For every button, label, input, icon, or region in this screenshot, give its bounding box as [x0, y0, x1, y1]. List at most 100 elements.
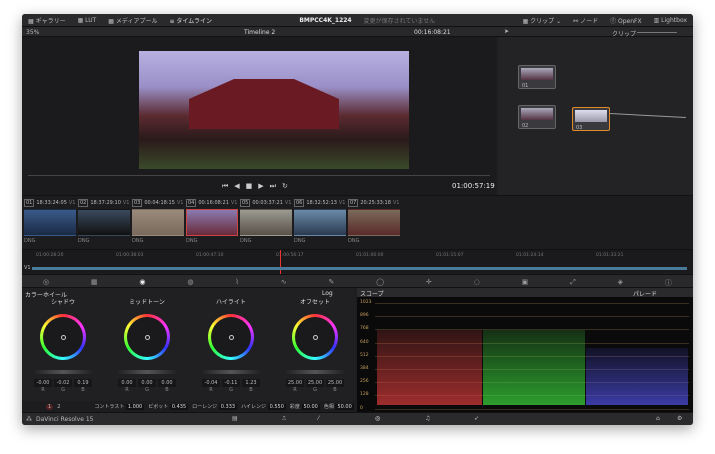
color-wheel[interactable]: ハイライト -0.04 -0.11 1.23 R G B	[196, 297, 266, 393]
track-label: V1	[24, 265, 31, 271]
home-icon[interactable]: ⌂	[656, 415, 660, 422]
clip-image	[294, 209, 346, 236]
master-wheel[interactable]	[34, 370, 92, 374]
viewer-scrubber[interactable]	[28, 175, 490, 176]
blur-icon[interactable]: ◌	[474, 278, 480, 288]
sizing-icon[interactable]: ⤢	[570, 278, 576, 288]
wheel-puck[interactable]	[312, 334, 318, 340]
wheel-puck[interactable]	[144, 334, 150, 340]
g-value[interactable]: 0.00	[138, 379, 156, 387]
rgb-mixer-icon[interactable]: ◍	[187, 278, 193, 288]
node-01[interactable]: 01	[518, 65, 556, 89]
master-wheel[interactable]	[118, 370, 176, 374]
r-value[interactable]: -0.00	[34, 379, 52, 387]
b-value[interactable]: 0.19	[74, 379, 92, 387]
clip-image	[186, 209, 238, 236]
key-icon[interactable]: ▣	[522, 278, 529, 288]
color-page-icon[interactable]: ◎	[375, 415, 380, 422]
motion-icon[interactable]: ⌇	[235, 278, 238, 288]
camera-raw-icon[interactable]: ◎	[43, 278, 49, 288]
color-wheel[interactable]: オフセット 25.00 25.00 25.00 R G B	[280, 297, 350, 393]
window-icon[interactable]: ◯	[376, 278, 384, 288]
openfx-button[interactable]: ⓕ OpenFX	[610, 16, 642, 25]
clip-thumbnail[interactable]: 01 18:33:24:05 V1 DNG	[24, 199, 76, 244]
adjust-value[interactable]: 0.550	[267, 404, 286, 410]
playhead[interactable]	[280, 250, 281, 274]
node-label: 03	[576, 125, 583, 131]
color-wheel[interactable]: シャドウ -0.00 -0.02 0.19 R G B	[28, 297, 98, 393]
color-wheels-icon[interactable]: ◉	[139, 278, 145, 288]
tracker-icon[interactable]: ✛	[426, 278, 432, 288]
3d-icon[interactable]: ◈	[618, 278, 623, 288]
wheel-ring[interactable]	[292, 314, 338, 360]
scope-panel: スコープ パレード 1023 896 768 640 512 384 256 128 0	[357, 288, 693, 412]
wheel-ring[interactable]	[208, 314, 254, 360]
master-wheel[interactable]	[286, 370, 344, 374]
master-wheel[interactable]	[202, 370, 260, 374]
qualifier-icon[interactable]: ✎	[328, 278, 334, 288]
media-pool-tab[interactable]: ▦ メディアプール	[108, 16, 157, 25]
node-03[interactable]: 03	[572, 107, 610, 131]
lightbox-button[interactable]: ▥ Lightbox	[654, 17, 687, 24]
pointer-icon[interactable]: ➤	[504, 28, 509, 35]
viewer-toolbar: 35% Timeline 2 00:16:08:21 ➤ クリップ	[22, 27, 693, 38]
media-pool-label: メディアプール	[115, 17, 158, 25]
fusion-page-icon[interactable]: ⁄	[318, 415, 319, 422]
wheel-puck[interactable]	[60, 334, 66, 340]
fairlight-page-icon[interactable]: ♫	[425, 415, 430, 422]
g-value[interactable]: -0.11	[222, 379, 240, 387]
deliver-page-icon[interactable]: ➶	[474, 415, 479, 422]
color-wheels-panel: カラーホイール Log シャドウ -0.00 -0.02 0.19 R G B ミッドトーン 0…	[22, 288, 355, 412]
info-icon[interactable]: ⓘ	[665, 278, 672, 288]
zoom-select[interactable]: 35%	[26, 29, 39, 36]
clip-thumbnail[interactable]: 06 18:32:52:13 V1 DNG	[294, 199, 346, 244]
r-value[interactable]: 0.00	[118, 379, 136, 387]
g-value[interactable]: 25.00	[306, 379, 324, 387]
b-value[interactable]: 0.00	[158, 379, 176, 387]
adjust-value[interactable]: 1.000	[125, 404, 145, 410]
edit-page-icon[interactable]: ⎍	[282, 415, 286, 423]
wheel-ring[interactable]	[124, 314, 170, 360]
node-02[interactable]: 02	[518, 105, 556, 129]
clip-thumbnail[interactable]: 02 18:37:29:10 V1 DNG	[78, 199, 130, 244]
r-value[interactable]: 25.00	[286, 379, 304, 387]
nodes-button[interactable]: ⚯ ノード	[573, 16, 598, 25]
lut-tab[interactable]: ▦ LUT	[78, 17, 97, 24]
color-wheel[interactable]: ミッドトーン 0.00 0.00 0.00 R G B	[112, 297, 182, 393]
b-value[interactable]: 1.23	[242, 379, 260, 387]
palette-icons[interactable]: ◎ ▦ ◉ ◍ ⌇ ∿ ✎ ◯ ✛ ◌ ▣ ⤢ ◈ ⓘ	[22, 275, 693, 288]
adjust-value[interactable]: 0.435	[169, 404, 189, 410]
adjust-value[interactable]: 50.00	[335, 404, 354, 410]
color-match-icon[interactable]: ▦	[91, 278, 98, 288]
page-2-button[interactable]: 2	[57, 404, 60, 410]
adjust-value[interactable]: 0.333	[218, 404, 238, 410]
r-value[interactable]: -0.04	[202, 379, 220, 387]
settings-icon[interactable]: ⚙	[677, 415, 682, 422]
scope-gridline	[375, 408, 689, 410]
clip-thumbnail[interactable]: 04 00:16:08:21 V1 DNG	[186, 199, 238, 244]
gallery-tab[interactable]: ▦ ギャラリー	[28, 16, 66, 25]
mode-select[interactable]: Log	[322, 290, 333, 297]
curves-icon[interactable]: ∿	[281, 278, 287, 288]
scope-mode-select[interactable]: パレード	[633, 289, 657, 298]
wheel-name: ミッドトーン	[129, 299, 165, 306]
transport-controls[interactable]: ⏮◀■▶⏭↻	[222, 182, 294, 191]
page-1-button[interactable]: 1	[46, 403, 54, 410]
wheel-puck[interactable]	[228, 334, 234, 340]
viewer-image[interactable]	[139, 51, 409, 169]
adjust-value[interactable]: 50.00	[301, 404, 320, 410]
clip-thumbnail[interactable]: 07 20:25:33:18 V1 DNG	[348, 199, 400, 244]
clips-button[interactable]: ▦ クリップ ⌄	[523, 16, 562, 25]
scope-tick: 128	[360, 392, 369, 398]
top-bar: ▦ ギャラリー ▦ LUT ▦ メディアプール ≡ タイムライン BMPCC4K…	[22, 14, 693, 27]
timeline-select[interactable]: Timeline 2	[244, 29, 275, 36]
wheel-ring[interactable]	[40, 314, 86, 360]
node-zoom-slider[interactable]	[637, 32, 677, 33]
clip-format: DNG	[132, 238, 144, 244]
clip-thumbnail[interactable]: 05 00:03:37:21 V1 DNG	[240, 199, 292, 244]
media-page-icon[interactable]: ▤	[232, 415, 238, 422]
clip-thumbnail[interactable]: 03 00:04:18:15 V1 DNG	[132, 199, 184, 244]
b-value[interactable]: 25.00	[326, 379, 344, 387]
timeline-tab[interactable]: ≡ タイムライン	[169, 16, 212, 25]
g-value[interactable]: -0.02	[54, 379, 72, 387]
